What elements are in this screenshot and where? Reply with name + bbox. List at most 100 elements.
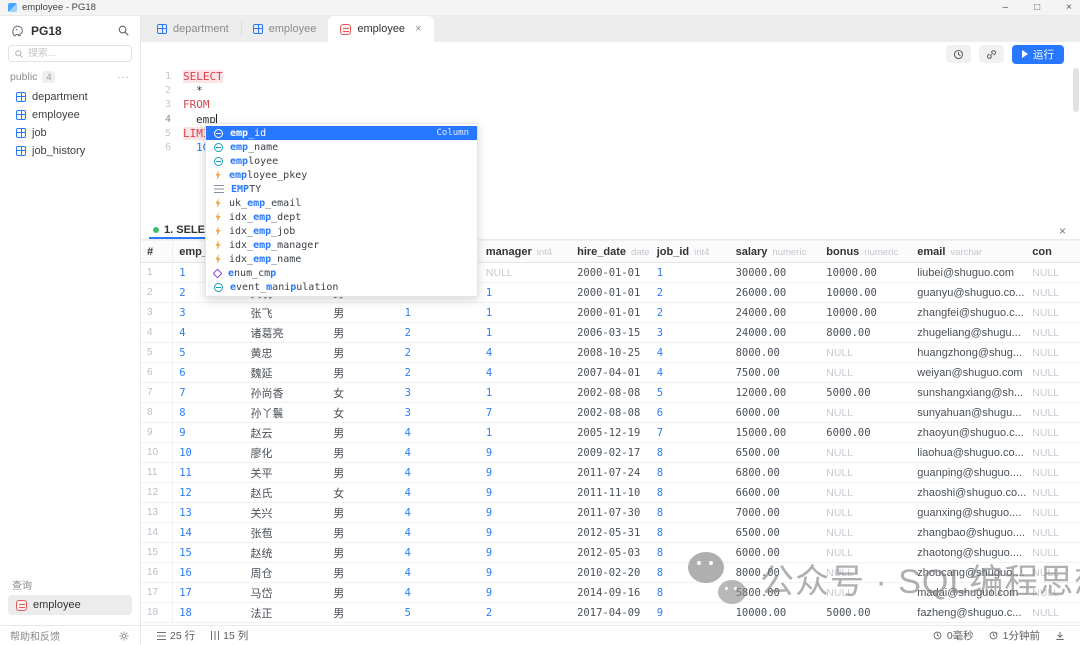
table-cell[interactable]: 7 bbox=[651, 423, 730, 443]
history-button[interactable] bbox=[946, 45, 971, 63]
table-cell[interactable]: NULL bbox=[1026, 343, 1080, 363]
table-cell[interactable]: 9 bbox=[480, 503, 571, 523]
table-cell[interactable]: 3 bbox=[651, 323, 730, 343]
table-cell[interactable]: fazheng@shuguo.c... bbox=[911, 603, 1026, 623]
column-header-con[interactable]: con bbox=[1026, 241, 1080, 263]
query-item-employee[interactable]: employee bbox=[8, 595, 132, 615]
table-cell[interactable]: 4 bbox=[399, 523, 480, 543]
table-cell[interactable]: 5800.00 bbox=[730, 583, 821, 603]
table-cell[interactable]: sunyahuan@shugu... bbox=[911, 403, 1026, 423]
column-header-bonus[interactable]: bonusnumeric bbox=[820, 241, 911, 263]
table-cell[interactable]: 6800.00 bbox=[730, 463, 821, 483]
table-cell[interactable]: 2 bbox=[480, 603, 571, 623]
table-cell[interactable]: 男 bbox=[327, 543, 398, 563]
table-cell[interactable]: 10000.00 bbox=[820, 283, 911, 303]
table-cell[interactable]: 18 bbox=[173, 603, 245, 623]
table-cell[interactable]: 男 bbox=[327, 443, 398, 463]
table-cell[interactable]: NULL bbox=[1026, 483, 1080, 503]
table-cell[interactable]: 1 bbox=[480, 283, 571, 303]
autocomplete-item[interactable]: employee_pkey bbox=[206, 168, 477, 182]
table-cell[interactable]: 26000.00 bbox=[730, 283, 821, 303]
table-cell[interactable]: 10 bbox=[141, 443, 173, 463]
table-cell[interactable]: 15 bbox=[173, 543, 245, 563]
autocomplete-item[interactable]: idx_emp_manager bbox=[206, 238, 477, 252]
table-cell[interactable]: 1 bbox=[480, 423, 571, 443]
table-cell[interactable]: 4 bbox=[399, 563, 480, 583]
table-cell[interactable]: 男 bbox=[327, 463, 398, 483]
table-cell[interactable]: NULL bbox=[820, 443, 911, 463]
table-cell[interactable]: 4 bbox=[399, 543, 480, 563]
minimize-button[interactable]: – bbox=[1003, 1, 1009, 15]
table-cell[interactable]: 12 bbox=[141, 483, 173, 503]
table-cell[interactable]: 4 bbox=[141, 323, 173, 343]
table-cell[interactable]: 6000.00 bbox=[820, 423, 911, 443]
table-cell[interactable]: guanxing@shuguo.... bbox=[911, 503, 1026, 523]
table-cell[interactable]: 8 bbox=[141, 403, 173, 423]
table-cell[interactable]: 5 bbox=[141, 343, 173, 363]
table-cell[interactable]: zhugeliang@shugu... bbox=[911, 323, 1026, 343]
sidebar-item-job_history[interactable]: job_history bbox=[0, 142, 140, 160]
table-cell[interactable]: 2002-08-08 bbox=[571, 383, 651, 403]
table-cell[interactable]: 9 bbox=[141, 423, 173, 443]
table-cell[interactable]: liaohua@shuguo.co... bbox=[911, 443, 1026, 463]
table-cell[interactable]: 男 bbox=[327, 503, 398, 523]
column-header-#[interactable]: # bbox=[141, 241, 173, 263]
table-cell[interactable]: 2000-01-01 bbox=[571, 303, 651, 323]
table-cell[interactable]: 8000.00 bbox=[730, 343, 821, 363]
table-cell[interactable]: 9 bbox=[480, 563, 571, 583]
table-cell[interactable]: 8 bbox=[651, 503, 730, 523]
table-cell[interactable]: 14 bbox=[141, 523, 173, 543]
table-cell[interactable]: 廖化 bbox=[245, 443, 328, 463]
autocomplete-item[interactable]: EMPTY bbox=[206, 182, 477, 196]
table-cell[interactable]: 2 bbox=[651, 283, 730, 303]
table-cell[interactable]: NULL bbox=[1026, 383, 1080, 403]
table-cell[interactable]: zhoucang@shuguo.... bbox=[911, 563, 1026, 583]
table-cell[interactable]: 1 bbox=[480, 323, 571, 343]
table-cell[interactable]: NULL bbox=[1026, 503, 1080, 523]
table-cell[interactable]: 6 bbox=[173, 363, 245, 383]
table-cell[interactable]: 4 bbox=[173, 323, 245, 343]
column-header-salary[interactable]: salarynumeric bbox=[730, 241, 821, 263]
sidebar-item-department[interactable]: department bbox=[0, 88, 140, 106]
table-cell[interactable]: 法正 bbox=[245, 603, 328, 623]
table-cell[interactable]: 2000-01-01 bbox=[571, 283, 651, 303]
table-cell[interactable]: 1 bbox=[651, 263, 730, 283]
table-cell[interactable]: NULL bbox=[1026, 423, 1080, 443]
table-cell[interactable]: 7 bbox=[141, 383, 173, 403]
table-cell[interactable]: 张飞 bbox=[245, 303, 328, 323]
table-cell[interactable]: 3 bbox=[399, 383, 480, 403]
table-cell[interactable]: 3 bbox=[141, 303, 173, 323]
column-header-email[interactable]: emailvarchar bbox=[911, 241, 1026, 263]
table-cell[interactable]: 男 bbox=[327, 523, 398, 543]
table-cell[interactable]: 8 bbox=[651, 563, 730, 583]
table-cell[interactable]: 女 bbox=[327, 383, 398, 403]
table-cell[interactable]: 2 bbox=[399, 323, 480, 343]
table-cell[interactable]: zhaoshi@shuguo.co... bbox=[911, 483, 1026, 503]
table-cell[interactable]: 13 bbox=[173, 503, 245, 523]
close-window-button[interactable]: × bbox=[1066, 1, 1072, 15]
table-cell[interactable]: zhangbao@shuguo.... bbox=[911, 523, 1026, 543]
connection-name[interactable]: PG18 bbox=[31, 24, 111, 38]
table-cell[interactable]: 魏延 bbox=[245, 363, 328, 383]
maximize-button[interactable]: □ bbox=[1034, 1, 1040, 15]
table-cell[interactable]: guanyu@shuguo.co... bbox=[911, 283, 1026, 303]
close-tab-icon[interactable]: × bbox=[415, 23, 421, 35]
table-cell[interactable]: 8 bbox=[651, 483, 730, 503]
table-cell[interactable]: NULL bbox=[1026, 543, 1080, 563]
table-cell[interactable]: 17 bbox=[173, 583, 245, 603]
table-cell[interactable]: 8 bbox=[651, 463, 730, 483]
table-cell[interactable]: NULL bbox=[820, 503, 911, 523]
table-cell[interactable]: 男 bbox=[327, 603, 398, 623]
table-cell[interactable]: 1 bbox=[399, 303, 480, 323]
table-cell[interactable]: 3 bbox=[173, 303, 245, 323]
table-cell[interactable]: 9 bbox=[480, 483, 571, 503]
table-cell[interactable]: 2008-10-25 bbox=[571, 343, 651, 363]
table-cell[interactable]: 5 bbox=[173, 343, 245, 363]
table-cell[interactable]: NULL bbox=[820, 563, 911, 583]
autocomplete-item[interactable]: emp_name bbox=[206, 140, 477, 154]
sidebar-item-employee[interactable]: employee bbox=[0, 106, 140, 124]
table-cell[interactable]: 关兴 bbox=[245, 503, 328, 523]
autocomplete-item[interactable]: idx_emp_name bbox=[206, 252, 477, 266]
table-cell[interactable]: 9 bbox=[480, 543, 571, 563]
table-cell[interactable]: 男 bbox=[327, 583, 398, 603]
